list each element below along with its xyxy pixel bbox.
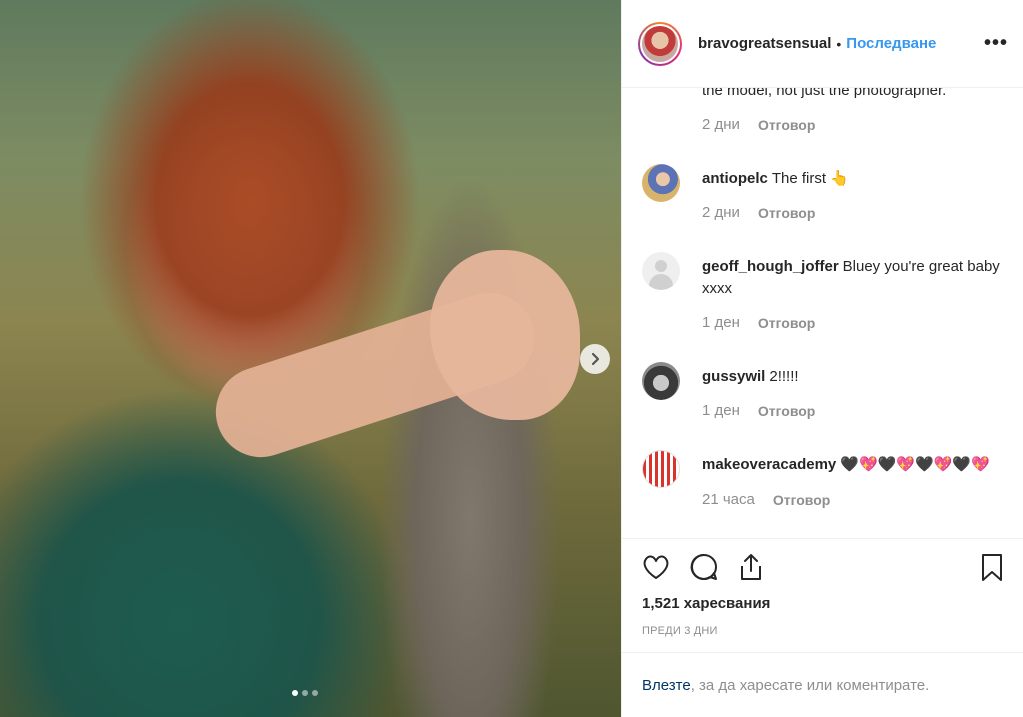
comment-meta: 21 часа Отговор [702, 491, 830, 508]
reply-button[interactable]: Отговор [758, 117, 815, 133]
commenter-username[interactable]: gussywil [702, 368, 765, 385]
commenter-username[interactable]: makeoveracademy [702, 456, 836, 473]
comment-meta: 1 ден Отговор [702, 402, 815, 419]
comment-text: 2!!!!! [769, 368, 799, 385]
carousel-dot-2 [302, 690, 308, 696]
comment-item: geoff_hough_joffer Bluey you're great bab… [642, 252, 1004, 300]
author-avatar[interactable] [638, 21, 682, 66]
comment-time: 2 дни [702, 116, 740, 133]
reply-button[interactable]: Отговор [758, 205, 815, 221]
post-header: bravogreatsensual • Последване ••• [622, 0, 1023, 88]
comment-text: The first 👆 [771, 170, 849, 187]
comments-list[interactable]: the model, not just the photographer. 2 … [622, 88, 1023, 538]
partial-comment-meta: 2 дни Отговор [702, 116, 815, 133]
post-actions: 1,521 харесвания ПРЕДИ 3 ДНИ [622, 538, 1023, 652]
like-button[interactable] [640, 551, 674, 585]
header-separator: • [836, 35, 842, 52]
commenter-avatar[interactable] [642, 164, 680, 202]
share-button[interactable] [735, 551, 769, 585]
comment-time: 1 ден [702, 402, 740, 419]
comment-item: antiopelc The first 👆 [642, 164, 1004, 202]
share-icon [741, 554, 761, 580]
commenter-username[interactable]: antiopelc [702, 170, 768, 187]
comment-meta: 1 ден Отговор [702, 314, 815, 331]
save-button[interactable] [976, 551, 1010, 585]
commenter-avatar[interactable] [642, 362, 680, 400]
partial-comment-text: the model, not just the photographer. [702, 88, 947, 99]
carousel-dots [292, 690, 318, 696]
post-side-panel: bravogreatsensual • Последване ••• the m… [621, 0, 1023, 717]
comment-time: 21 часа [702, 491, 755, 508]
bookmark-icon [982, 554, 1002, 581]
login-prompt-text: , за да харесате или коментирате. [690, 676, 930, 694]
comment-text: 🖤💖🖤💖🖤💖🖤💖 [840, 456, 990, 473]
comment-meta: 2 дни Отговор [702, 204, 815, 221]
comment-time: 2 дни [702, 204, 740, 221]
more-options-icon[interactable]: ••• [984, 32, 1008, 55]
commenter-avatar[interactable] [642, 252, 680, 290]
reply-button[interactable]: Отговор [773, 492, 830, 508]
comment-time: 1 ден [702, 314, 740, 331]
comment-button[interactable] [688, 551, 722, 585]
commenter-avatar[interactable] [642, 450, 680, 488]
comment-item: gussywil 2!!!!! [642, 362, 1004, 400]
heart-icon [643, 555, 669, 579]
carousel-dot-1 [292, 690, 298, 696]
carousel-next-button[interactable] [580, 344, 610, 374]
login-prompt: Влезте, за да харесате или коментирате. [622, 652, 1023, 717]
likes-count[interactable]: 1,521 харесвания [642, 595, 770, 612]
author-username[interactable]: bravogreatsensual [698, 35, 831, 52]
follow-button[interactable]: Последване [846, 35, 936, 52]
commenter-username[interactable]: geoff_hough_joffer [702, 258, 839, 275]
reply-button[interactable]: Отговор [758, 315, 815, 331]
comment-item: makeoveracademy 🖤💖🖤💖🖤💖🖤💖 [642, 450, 1004, 488]
login-link[interactable]: Влезте [642, 677, 691, 694]
reply-button[interactable]: Отговор [758, 403, 815, 419]
comment-bubble-icon [690, 553, 717, 580]
post-timestamp[interactable]: ПРЕДИ 3 ДНИ [642, 625, 718, 637]
post-photo[interactable] [0, 0, 621, 717]
chevron-right-icon [591, 352, 600, 366]
carousel-dot-3 [312, 690, 318, 696]
